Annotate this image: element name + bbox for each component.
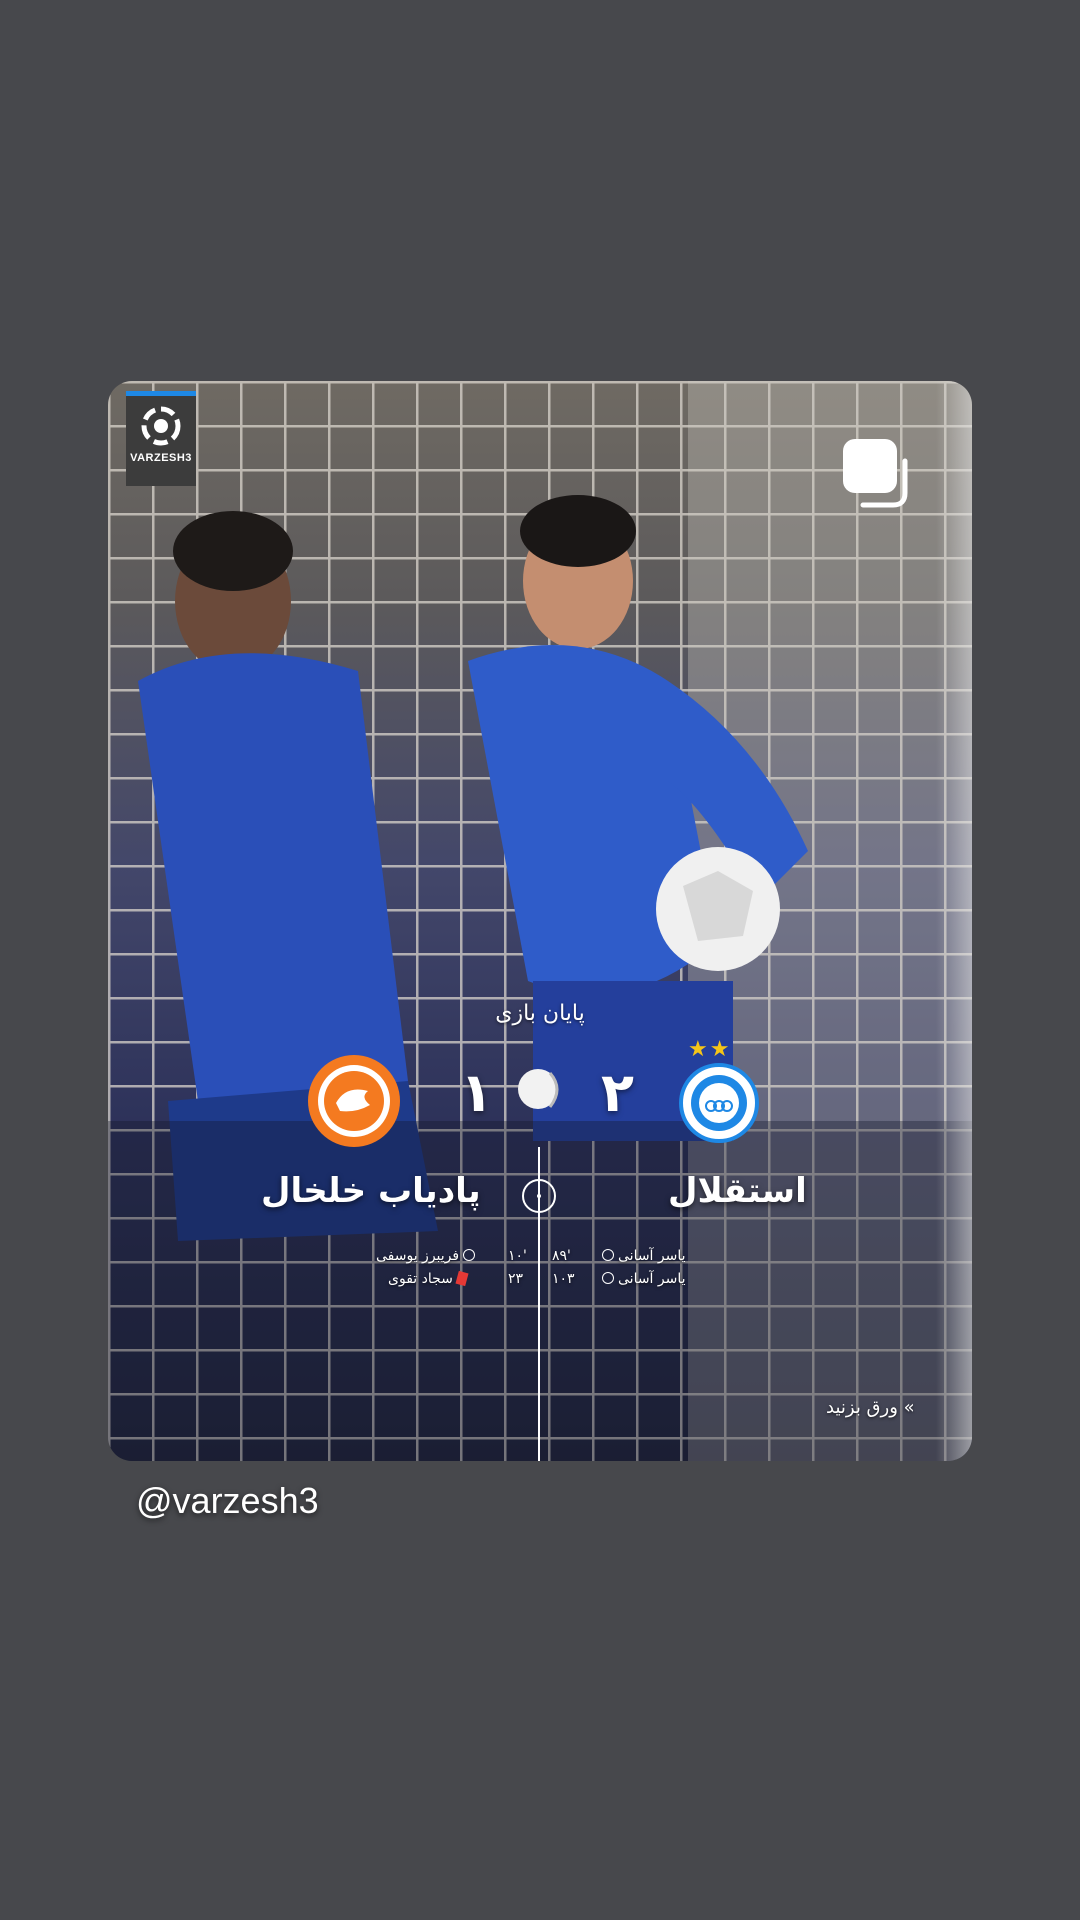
card-edge-shade <box>936 381 972 1461</box>
logo-text: VARZESH3 <box>130 452 192 464</box>
ball-icon <box>602 1249 614 1261</box>
away-score: ۱ <box>460 1061 493 1124</box>
home-event-minute: ۸۹' <box>552 1248 571 1264</box>
away-event: فریبرز یوسفی <box>376 1248 479 1264</box>
home-event-minute: ۱۰۳ <box>552 1271 575 1287</box>
ball-icon <box>602 1272 614 1284</box>
story-mention-sticker[interactable]: @varzesh3 <box>136 1480 319 1522</box>
home-team-name: استقلال <box>668 1171 807 1211</box>
center-dot <box>537 1194 541 1198</box>
hazfi-cup-icon <box>518 1069 559 1109</box>
home-event-player: یاسر آسانی <box>618 1271 686 1287</box>
esteghlal-crest-icon <box>679 1063 759 1143</box>
match-status: پایان بازی <box>495 1001 585 1026</box>
carousel-multiple-icon <box>843 439 908 508</box>
away-event-minute: ۲۳ <box>508 1271 524 1287</box>
ball-icon <box>463 1249 476 1261</box>
home-event-player: یاسر آسانی <box>618 1248 686 1264</box>
home-event: یاسر آسانی <box>598 1248 686 1264</box>
story-post-card[interactable]: VARZESH3 پایان بازی ★★ ۲ ۱ استقلال پادیا… <box>108 381 972 1461</box>
championship-stars-icon: ★★ <box>688 1037 732 1062</box>
red-card-icon <box>455 1270 469 1287</box>
chevrons-left-icon: « <box>903 1397 915 1418</box>
away-event-player: سجاد تقوی <box>388 1271 453 1287</box>
away-event-minute: ۱۰' <box>508 1248 527 1264</box>
away-event-player: فریبرز یوسفی <box>376 1248 460 1264</box>
swipe-label: ورق بزنید <box>826 1397 898 1418</box>
padyab-crest-icon <box>308 1055 400 1147</box>
varzesh3-logo-icon <box>141 406 181 446</box>
away-event: سجاد تقوی <box>388 1270 471 1287</box>
home-score: ۲ <box>601 1061 634 1124</box>
swipe-hint[interactable]: ورق بزنید « <box>826 1397 915 1418</box>
varzesh3-logo: VARZESH3 <box>126 391 196 486</box>
home-event: یاسر آسانی <box>598 1271 686 1287</box>
match-photo <box>108 381 972 1461</box>
away-team-name: پادیاب خلخال <box>261 1171 481 1211</box>
